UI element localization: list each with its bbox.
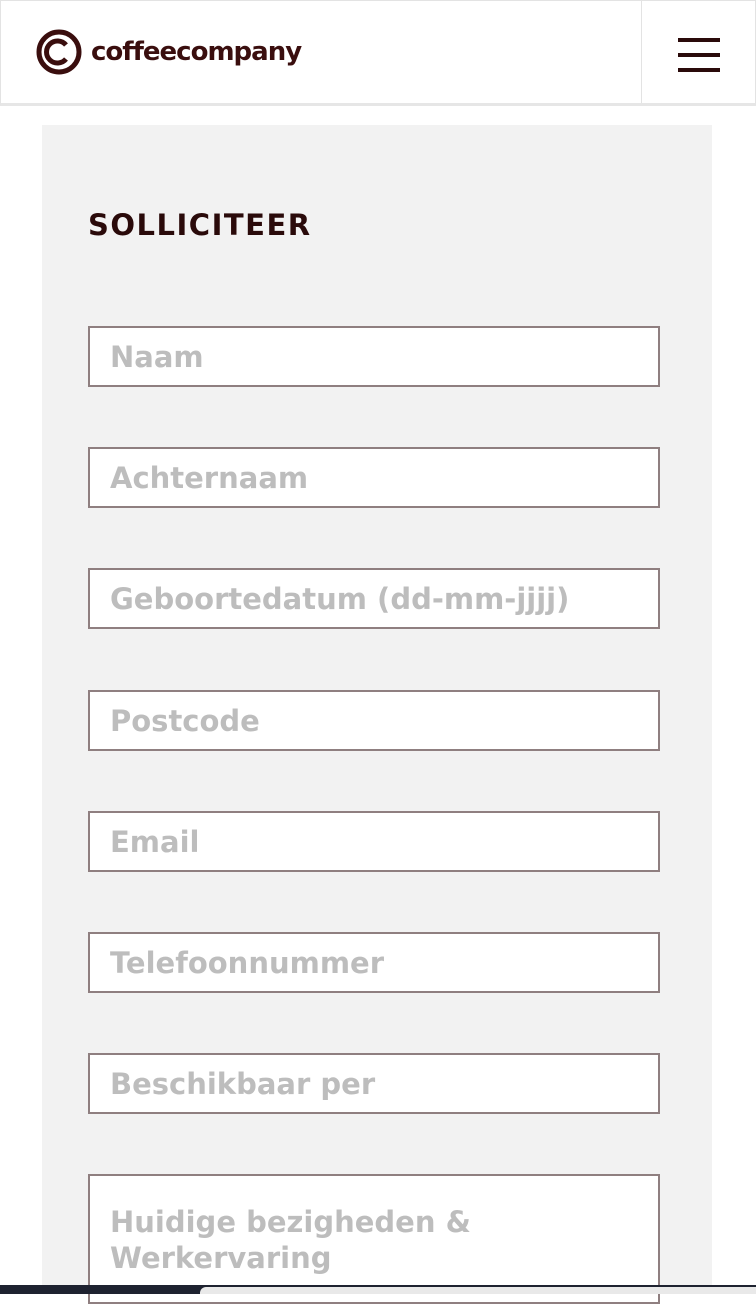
- form-title: SOLLICITEER: [88, 208, 312, 242]
- coffeecompany-logo-icon: [36, 29, 82, 75]
- first-name-input[interactable]: [88, 326, 660, 387]
- last-name-input[interactable]: [88, 447, 660, 508]
- brand-logo[interactable]: coffeecompany: [35, 28, 302, 76]
- postcode-input[interactable]: [88, 690, 660, 751]
- phone-input[interactable]: [88, 932, 660, 993]
- hamburger-menu-icon: [678, 38, 720, 72]
- brand-name: coffeecompany: [91, 37, 302, 67]
- available-from-input[interactable]: [88, 1053, 660, 1114]
- birthdate-input[interactable]: [88, 568, 660, 629]
- site-header: coffeecompany: [0, 0, 756, 106]
- bottom-edge-overlay: [200, 1287, 756, 1294]
- email-input[interactable]: [88, 811, 660, 872]
- menu-button[interactable]: [642, 1, 755, 103]
